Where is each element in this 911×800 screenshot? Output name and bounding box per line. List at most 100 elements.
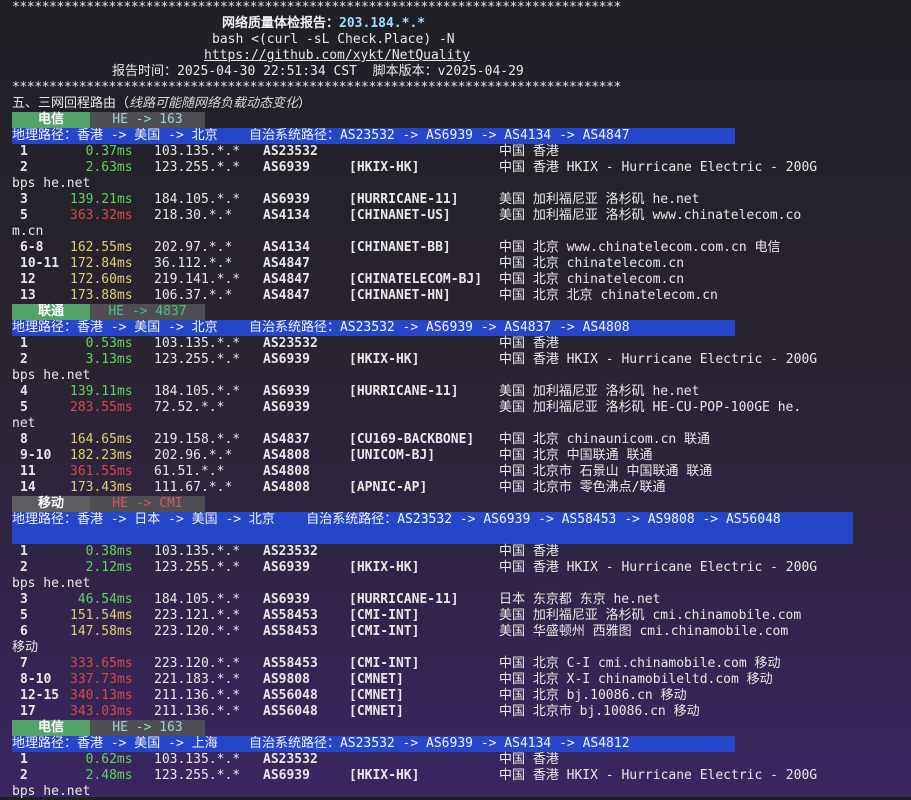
hop-latency: 0.53ms (85, 336, 133, 351)
hop-number: 10-11 (20, 256, 60, 271)
hop-netname: [HURRICANE-11] (349, 592, 459, 607)
hop-latency: 151.54ms (70, 608, 133, 623)
hop-number: 5 (20, 400, 28, 415)
hop-asn: AS6939 (263, 192, 310, 207)
hop-asn: AS4847 (263, 256, 310, 271)
hop-geo: 中国 北京市 bj.10086.cn 移动 (499, 704, 700, 719)
hop-ip: 223.120.*.* (154, 656, 241, 671)
hop-geo: 美国 加利福尼亚 洛杉矶 cmi.chinamobile.com (499, 608, 802, 623)
hop-ip: 123.255.*.* (154, 768, 241, 783)
hop-asn: AS58453 (263, 656, 318, 671)
hop-geo: 美国 加利福尼亚 洛杉矶 www.chinatelecom.co (499, 208, 802, 223)
hop-latency: 182.23ms (70, 448, 133, 463)
hop-netname: [CMI-INT] (349, 656, 420, 671)
hop-ip: 184.105.*.* (154, 384, 241, 399)
hop-netname: [CMNET] (349, 704, 404, 719)
hop-ip: 211.136.*.* (154, 688, 241, 703)
hop-geo-wrap: net (12, 416, 36, 431)
isp-path-tag: HE -> 4837 (90, 304, 205, 320)
hop-geo: 中国 香港 (499, 336, 559, 351)
hop-geo: 中国 香港 (499, 544, 559, 559)
isp-name-tag[interactable]: 移动 (12, 496, 90, 512)
hop-ip: 223.121.*.* (154, 608, 241, 623)
hop-number: 1 (20, 144, 28, 159)
hop-ip: 103.135.*.* (154, 336, 241, 351)
hop-netname: [CMI-INT] (349, 608, 420, 623)
as-path: 自治系统路径：AS23532 -> AS6939 -> AS4134 -> AS… (248, 128, 630, 143)
hop-ip: 36.112.*.* (154, 256, 233, 271)
section-note: 线路可能随网络负载动态变化 (129, 96, 299, 111)
hop-ip: 123.255.*.* (154, 352, 241, 367)
hop-latency: 173.43ms (70, 480, 133, 495)
project-link[interactable]: https://github.com/xykt/NetQuality (204, 48, 470, 64)
hop-number: 12-15 (20, 688, 60, 703)
hop-netname: [HURRICANE-11] (349, 192, 459, 207)
hop-asn: AS6939 (263, 768, 310, 783)
as-path: 自治系统路径：AS23532 -> AS6939 -> AS4837 -> AS… (248, 320, 630, 335)
hop-netname: [HURRICANE-11] (349, 384, 459, 399)
hop-ip: 219.158.*.* (154, 432, 241, 447)
hop-asn: AS6939 (263, 560, 310, 575)
isp-name-tag[interactable]: 电信 (12, 720, 90, 736)
hop-latency: 340.13ms (70, 688, 133, 703)
isp-name-tag[interactable]: 电信 (12, 112, 90, 128)
hop-geo: 美国 加利福尼亚 洛杉矶 he.net (499, 192, 700, 207)
hop-number: 9-10 (20, 448, 52, 463)
hop-asn: AS56048 (263, 688, 318, 703)
as-path: 自治系统路径：AS23532 -> AS6939 -> AS4134 -> AS… (248, 736, 630, 751)
section-heading: 五、三网回程路由（线路可能随网络负载动态变化） (12, 96, 311, 112)
hop-number: 2 (20, 768, 28, 783)
hop-asn: AS4134 (263, 208, 310, 223)
hop-ip: 219.141.*.* (154, 272, 241, 287)
as-path: 自治系统路径：AS23532 -> AS6939 -> AS58453 -> A… (306, 512, 781, 527)
hop-geo: 美国 华盛顿州 西雅图 cmi.chinamobile.com (499, 624, 789, 639)
hop-latency: 0.62ms (85, 752, 133, 767)
hop-number: 3 (20, 192, 28, 207)
hop-ip: 103.135.*.* (154, 144, 241, 159)
hop-asn: AS56048 (263, 704, 318, 719)
route-path-bar: 地理路径：香港 -> 美国 -> 北京 自治系统路径：AS23532 -> AS… (12, 128, 735, 144)
hop-number: 14 (20, 480, 36, 495)
section-close: ） (298, 96, 312, 111)
hop-geo: 中国 北京市 零色沸点/联通 (499, 480, 666, 495)
hop-number: 5 (20, 208, 28, 223)
hop-geo-wrap: bps he.net (12, 576, 91, 591)
hop-asn: AS58453 (263, 624, 318, 639)
hop-number: 12 (20, 272, 36, 287)
isp-path-tag: HE -> 163 (90, 720, 205, 736)
hop-asn: AS4808 (263, 448, 310, 463)
hop-asn: AS23532 (263, 144, 318, 159)
hop-geo: 美国 加利福尼亚 洛杉矶 HE-CU-POP-100GE he. (499, 400, 802, 415)
hop-number: 5 (20, 608, 28, 623)
hop-latency: 162.55ms (70, 240, 133, 255)
hop-netname: [CHINANET-HN] (349, 288, 451, 303)
hop-latency: 3.13ms (85, 352, 133, 367)
hop-geo: 中国 北京 C-I cmi.chinamobile.com 移动 (499, 656, 781, 671)
hop-geo: 中国 北京市 石景山 中国联通 联通 (499, 464, 713, 479)
hop-netname: [CMI-INT] (349, 624, 420, 639)
route-path-bar: 地理路径：香港 -> 美国 -> 上海 自治系统路径：AS23532 -> AS… (12, 736, 735, 752)
hop-geo: 日本 东京都 东京 he.net (499, 592, 661, 607)
isp-path-tag: HE -> CMI (90, 496, 205, 512)
hop-geo: 中国 香港 HKIX - Hurricane Electric - 200G (499, 352, 818, 367)
hop-latency: 147.58ms (70, 624, 133, 639)
star-divider-bottom: ****************************************… (12, 80, 621, 95)
section-title: 五、三网回程路由（ (12, 96, 130, 111)
hop-latency: 164.65ms (70, 432, 133, 447)
hop-number: 11 (20, 464, 36, 479)
hop-geo: 中国 香港 HKIX - Hurricane Electric - 200G (499, 160, 818, 175)
hop-ip: 111.67.*.* (154, 480, 233, 495)
hop-number: 6-8 (20, 240, 44, 255)
hop-number: 1 (20, 336, 28, 351)
hop-ip: 221.183.*.* (154, 672, 241, 687)
isp-name-tag[interactable]: 联通 (12, 304, 90, 320)
hop-ip: 103.135.*.* (154, 544, 241, 559)
hop-geo: 中国 香港 (499, 752, 559, 767)
hop-netname: [CHINATELECOM-BJ] (349, 272, 483, 287)
hop-geo: 中国 北京 chinatelecom.cn (499, 272, 685, 287)
hop-number: 6 (20, 624, 28, 639)
hop-geo: 中国 北京 chinaunicom.cn 联通 (499, 432, 711, 447)
report-title: 网络质量体检报告：203.184.*.* (222, 16, 425, 32)
hop-geo: 美国 加利福尼亚 洛杉矶 he.net (499, 384, 700, 399)
hop-number: 17 (20, 704, 36, 719)
